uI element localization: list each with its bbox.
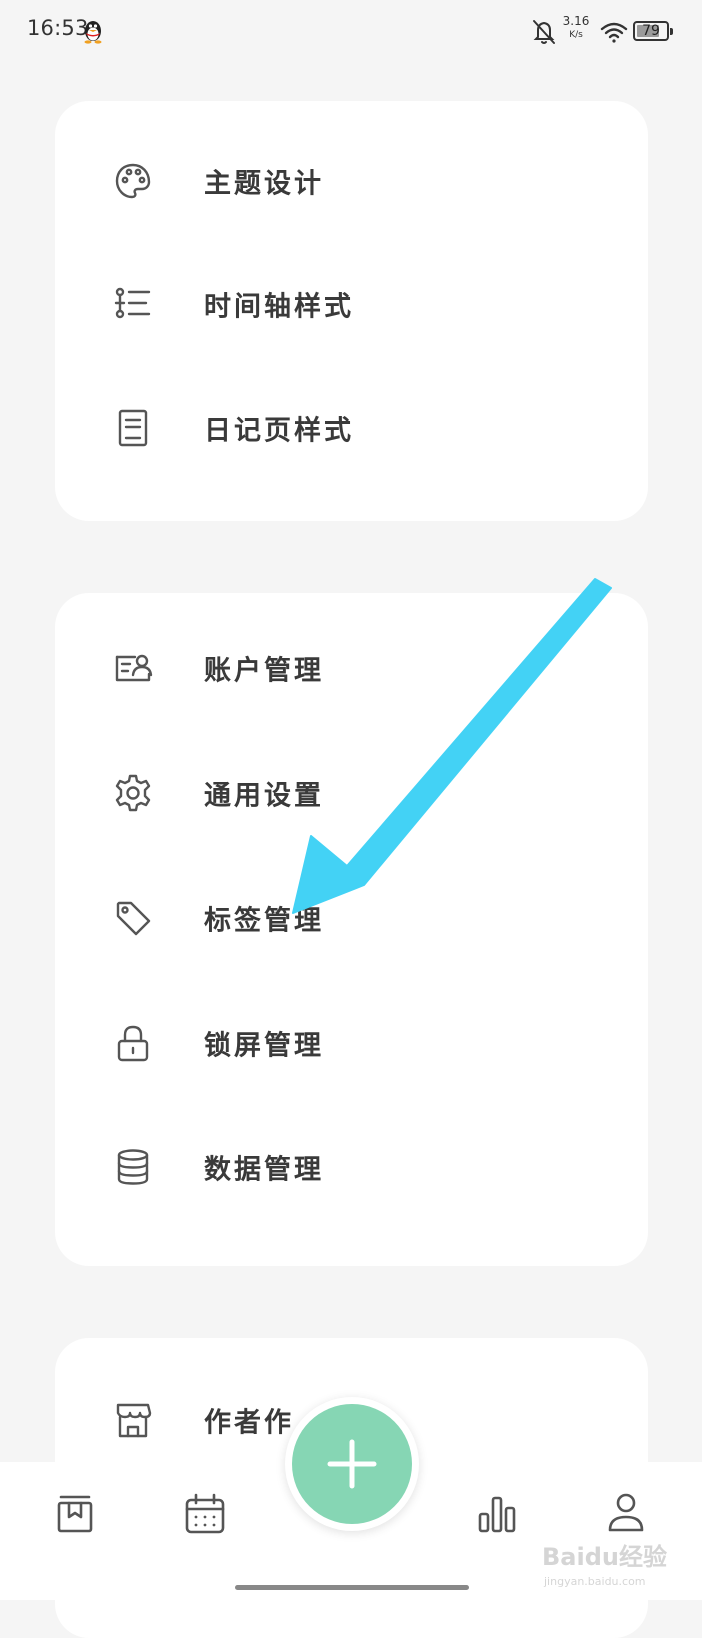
home-indicator[interactable] bbox=[235, 1585, 469, 1590]
status-bar: 16:53 3.16 K/s 79 bbox=[0, 0, 702, 64]
document-page-icon bbox=[113, 408, 153, 448]
menu-item-general-settings[interactable]: 通用设置 bbox=[55, 743, 648, 843]
add-button[interactable] bbox=[285, 1397, 419, 1531]
watermark-text: Baidu经验 bbox=[542, 1543, 667, 1571]
menu-item-label: 作者作 bbox=[204, 1407, 294, 1439]
calendar-icon[interactable] bbox=[183, 1492, 227, 1536]
menu-item-diary-page-style[interactable]: 日记页样式 bbox=[55, 378, 648, 478]
bell-off-icon bbox=[533, 20, 555, 44]
baidu-jingyan-watermark: Baidu经验 jingyan.baidu.com bbox=[540, 1535, 680, 1593]
status-time: 16:53 bbox=[27, 16, 89, 40]
appearance-settings-card: 主题设计 时间轴样式 日记页样式 bbox=[55, 101, 648, 521]
profile-icon[interactable] bbox=[604, 1490, 648, 1534]
store-icon bbox=[113, 1400, 153, 1440]
menu-item-label: 主题设计 bbox=[204, 168, 324, 200]
menu-item-label: 时间轴样式 bbox=[204, 291, 354, 323]
menu-item-lock-screen-management[interactable]: 锁屏管理 bbox=[55, 993, 648, 1093]
battery-level: 79 bbox=[642, 23, 660, 39]
lock-icon bbox=[113, 1023, 153, 1063]
tag-icon bbox=[113, 898, 153, 938]
menu-item-theme-design[interactable]: 主题设计 bbox=[55, 131, 648, 231]
diary-book-icon[interactable] bbox=[53, 1492, 97, 1536]
menu-item-label: 日记页样式 bbox=[204, 415, 354, 447]
menu-item-account-management[interactable]: 账户管理 bbox=[55, 618, 648, 718]
battery-icon: 79 bbox=[633, 21, 673, 41]
database-icon bbox=[113, 1147, 153, 1187]
net-speed: 3.16 K/s bbox=[560, 15, 592, 40]
timeline-list-icon bbox=[113, 284, 153, 324]
bar-chart-icon[interactable] bbox=[475, 1492, 519, 1536]
menu-item-label: 标签管理 bbox=[204, 905, 324, 937]
add-button-fill bbox=[292, 1404, 412, 1524]
menu-item-label: 账户管理 bbox=[204, 655, 324, 687]
menu-item-timeline-style[interactable]: 时间轴样式 bbox=[55, 254, 648, 354]
palette-icon bbox=[113, 161, 153, 201]
net-speed-unit: K/s bbox=[569, 30, 583, 40]
qq-icon bbox=[84, 21, 102, 44]
wifi-icon bbox=[600, 22, 628, 43]
menu-item-label: 数据管理 bbox=[204, 1154, 324, 1186]
menu-item-label: 通用设置 bbox=[204, 780, 324, 812]
menu-item-tag-management[interactable]: 标签管理 bbox=[55, 868, 648, 968]
menu-item-data-management[interactable]: 数据管理 bbox=[55, 1117, 648, 1217]
management-settings-card: 账户管理 通用设置 标签管理 锁屏管理 数据管理 bbox=[55, 593, 648, 1266]
net-speed-value: 3.16 bbox=[562, 14, 590, 28]
menu-item-label: 锁屏管理 bbox=[204, 1030, 324, 1062]
add-icon bbox=[327, 1439, 377, 1489]
battery-tip bbox=[670, 28, 673, 35]
watermark-subtext: jingyan.baidu.com bbox=[543, 1575, 646, 1588]
account-card-icon bbox=[113, 648, 153, 688]
gear-icon bbox=[113, 773, 153, 813]
